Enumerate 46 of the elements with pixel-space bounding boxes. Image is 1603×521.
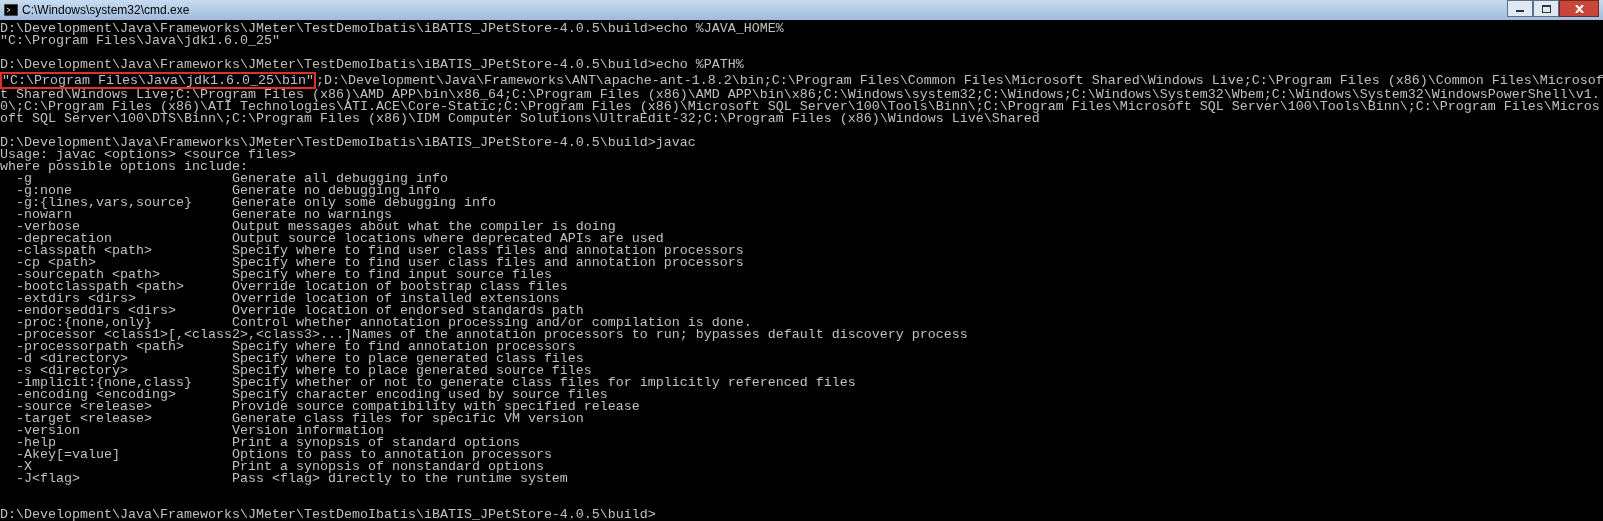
close-icon xyxy=(1574,4,1584,13)
console-line: -verbose Output messages about what the compiler is doing xyxy=(15,221,617,233)
console-line: 0\;C:\Program Files (x86)\ATI Technologies\ATI.ACE\Core-Static;C:\Program Files (x86)\Microsoft SQL Server\100\Tools\Binn\;C:\Program Files\Microsoft SQL Server\100\Tools\Binn\;C:\Program Files\Micros xyxy=(0,101,1601,113)
console-line: -extdirs <dirs> Override location of installed extensions xyxy=(15,293,560,305)
console-line: -X Print a synopsis of nonstandard options xyxy=(15,461,544,473)
console-line: D:\Development\Java\Frameworks\JMeter\TestDemoIbatis\iBATIS_JPetStore-4.0.5\build>echo %JAVA_HOME% xyxy=(0,23,785,35)
console-line: D:\Development\Java\Frameworks\JMeter\TestDemoIbatis\iBATIS_JPetStore-4.0.5\build> xyxy=(0,509,657,521)
console-line: -d <directory> Specify where to place generated class files xyxy=(15,353,584,365)
console-icon xyxy=(4,4,18,16)
minimize-button[interactable] xyxy=(1507,0,1533,17)
console-line: -implicit:{none,class} Specify whether or not to generate class files for implicitly referenced files xyxy=(15,377,857,389)
close-button[interactable] xyxy=(1559,0,1599,17)
window-title: C:\Windows\system32\cmd.exe xyxy=(22,4,190,16)
maximize-icon xyxy=(1541,4,1551,13)
minimize-icon xyxy=(1516,10,1524,12)
console-line: oft SQL Server\100\DTS\Binn\;C:\Program Files (x86)\IDM Computer Solutions\UltraEdit-32;C:\Program Files (x86)\Windows Live\Shared xyxy=(0,113,1040,125)
console-line: -encoding <encoding> Specify character encoding used by source files xyxy=(15,389,608,401)
console-line: -g Generate all debugging info xyxy=(15,173,449,185)
highlighted-text: "C:\Program Files\Java\jdk1.6.0_25\bin" xyxy=(0,71,316,89)
console-line: D:\Development\Java\Frameworks\JMeter\TestDemoIbatis\iBATIS_JPetStore-4.0.5\build>javac xyxy=(0,137,697,149)
console-line: Usage: javac <options> <source files> xyxy=(0,149,296,161)
console-line: -s <directory> Specify where to place generated source files xyxy=(15,365,592,377)
console-line: -processorpath <path> Specify where to find annotation processors xyxy=(15,341,576,353)
console-line: -J<flag> Pass <flag> directly to the runtime system xyxy=(15,473,569,485)
console-text: ;D:\Development\Java\Frameworks\ANT\apache-ant-1.8.2\bin;C:\Program Files\Common Files\Microsoft Shared\Windows Live;C:\Program Files (x86)\Common Files\Microsof xyxy=(315,73,1603,87)
console-line: -version Version information xyxy=(15,425,385,437)
console-line: "C:\Program Files\Java\jdk1.6.0_25" xyxy=(0,35,280,47)
console-line: D:\Development\Java\Frameworks\JMeter\TestDemoIbatis\iBATIS_JPetStore-4.0.5\build>echo %PATH% xyxy=(0,59,745,71)
console-line: t Shared\Windows Live;C:\Program Files (x86)\AMD APP\bin\x86_64;C:\Program Files (x86)\AMD APP\bin\x86;C:\Windows\system32;C:\Windows;C:\Windows\System32\Wbem;C:\Windows\System32\WindowsPowerShell\v1. xyxy=(0,89,1601,101)
console-line: -help Print a synopsis of standard options xyxy=(15,437,521,449)
console-line: -processor <class1>[,<class2>,<class3>...]Names of the annotation processors to run; bypasses default discovery process xyxy=(15,329,969,341)
maximize-button[interactable] xyxy=(1533,0,1559,17)
console-line: -target <release> Generate class files for specific VM version xyxy=(15,413,585,425)
console-line: -classpath <path> Specify where to find user class files and annotation processors xyxy=(15,245,745,257)
console-line: -endorseddirs <dirs> Override location of endorsed standards path xyxy=(15,305,585,317)
console-line: -Akey[=value] Options to pass to annotation processors xyxy=(15,449,553,461)
console-line: where possible options include: xyxy=(0,161,248,173)
console-line: -g:{lines,vars,source} Generate only some debugging info xyxy=(15,197,497,209)
console-line: -source <release> Provide source compatibility with specified release xyxy=(15,401,641,413)
console-line: -nowarn Generate no warnings xyxy=(15,209,392,221)
console-line: -g:none Generate no debugging info xyxy=(15,185,440,197)
console-line: -deprecation Output source locations where deprecated APIs are used xyxy=(15,233,665,245)
console-line: -cp <path> Specify where to find user class files and annotation processors xyxy=(15,257,745,269)
console-line: -sourcepath <path> Specify where to find input source files xyxy=(15,269,552,281)
console-line: -bootclasspath <path> Override location of bootstrap class files xyxy=(15,281,569,293)
console-line: -proc:{none,only} Control whether annotation processing and/or compilation is done. xyxy=(15,317,752,329)
